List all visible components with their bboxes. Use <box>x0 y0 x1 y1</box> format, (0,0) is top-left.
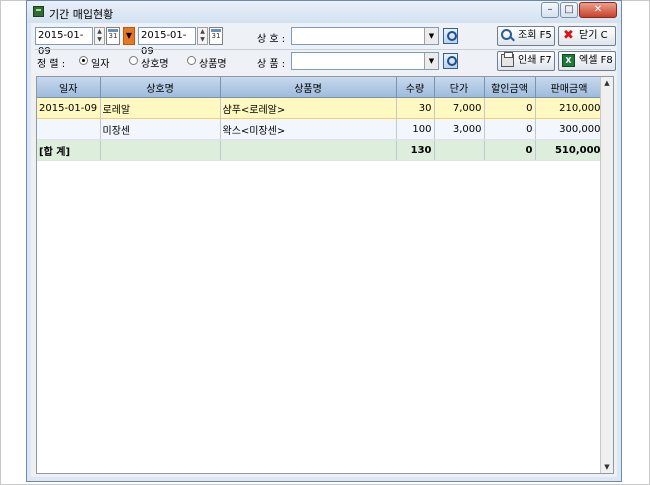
title-bar[interactable]: 기간 매입현황 – □ ✕ <box>27 1 621 23</box>
sort-radio-date[interactable] <box>79 56 88 65</box>
cell-store: 로레알 <box>100 97 221 119</box>
column-header-price[interactable]: 단가 <box>434 77 485 98</box>
client-area: 2015-01-09 ▲ ▼ 31 ▼ 2015-01-09 ▲ ▼ 31 상 호 … <box>31 23 617 477</box>
cell-product: 왁스<미장센> <box>220 118 397 140</box>
end-date-field[interactable]: 2015-01-09 <box>138 27 196 57</box>
cell-qty: 30 <box>396 97 435 119</box>
cell-store: 미장센 <box>100 118 221 140</box>
sort-radio-product[interactable] <box>187 56 196 65</box>
cell-product: 샴푸<로레알> <box>220 97 397 119</box>
end-date-spinner[interactable]: ▲ ▼ <box>197 27 208 45</box>
total-row: [합 계] 130 0 510,000 <box>37 139 604 161</box>
column-header-qty[interactable]: 수량 <box>396 77 435 98</box>
cell-amount: 210,000 <box>535 97 604 119</box>
scroll-down-icon[interactable]: ▼ <box>601 461 613 473</box>
store-dropdown-icon[interactable]: ▼ <box>424 28 438 44</box>
toolbar-divider <box>35 49 611 50</box>
end-calendar-icon[interactable]: 31 <box>209 27 223 45</box>
purchase-table: 일자 상호명 상품명 수량 단가 할인금액 판매금액 2015-01-09 로레… <box>37 77 604 161</box>
cell-price: 7,000 <box>434 97 485 119</box>
total-empty-cell <box>434 139 485 161</box>
cell-discount: 0 <box>484 97 536 119</box>
total-empty-cell <box>220 139 397 161</box>
store-search-icon[interactable] <box>443 28 458 44</box>
excel-icon: X <box>562 54 575 67</box>
filter-toolbar: 2015-01-09 ▲ ▼ 31 ▼ 2015-01-09 ▲ ▼ 31 상 호 … <box>31 23 617 73</box>
data-grid[interactable]: 일자 상호명 상품명 수량 단가 할인금액 판매금액 2015-01-09 로레… <box>36 76 614 474</box>
total-discount: 0 <box>484 139 536 161</box>
start-date-field[interactable]: 2015-01-09 <box>35 27 93 57</box>
app-icon <box>33 6 44 17</box>
total-label: [합 계] <box>37 139 101 161</box>
column-header-discount[interactable]: 할인금액 <box>484 77 536 98</box>
excel-button[interactable]: X 엑셀 F8 <box>558 51 616 71</box>
table-row[interactable]: 미장센 왁스<미장센> 100 3,000 0 300,000 <box>37 118 604 140</box>
total-empty-cell <box>100 139 221 161</box>
start-calendar-icon[interactable]: 31 <box>106 27 120 45</box>
product-combo[interactable]: ▼ <box>291 52 439 70</box>
sort-option-product-label: 상품명 <box>199 59 227 70</box>
minimize-icon[interactable]: – <box>541 2 559 18</box>
store-combo[interactable]: ▼ <box>291 27 439 45</box>
vertical-scrollbar[interactable]: ▲ ▼ <box>600 77 613 473</box>
print-button-label: 인쇄 F7 <box>518 55 552 66</box>
cell-discount: 0 <box>484 118 536 140</box>
product-search-icon[interactable] <box>443 53 458 69</box>
column-header-date[interactable]: 일자 <box>37 77 101 98</box>
column-header-store[interactable]: 상호명 <box>100 77 221 98</box>
table-header-row: 일자 상호명 상품명 수량 단가 할인금액 판매금액 <box>37 77 604 98</box>
total-qty: 130 <box>396 139 435 161</box>
app-window: 기간 매입현황 – □ ✕ 2015-01-09 ▲ ▼ 31 ▼ 2015-01… <box>26 0 622 482</box>
total-amount: 510,000 <box>535 139 604 161</box>
sort-option-store-label: 상호명 <box>141 59 169 70</box>
search-button[interactable]: 조회 F5 <box>497 26 555 46</box>
excel-button-label: 엑셀 F8 <box>579 55 613 66</box>
start-date-spinner[interactable]: ▲ ▼ <box>94 27 105 45</box>
sort-radio-store[interactable] <box>129 56 138 65</box>
scroll-up-icon[interactable]: ▲ <box>601 77 613 89</box>
sort-option-date-label: 일자 <box>91 59 110 70</box>
close-button-label: 닫기 C <box>579 30 608 41</box>
maximize-icon[interactable]: □ <box>560 2 578 18</box>
product-dropdown-icon[interactable]: ▼ <box>424 53 438 69</box>
window-title: 기간 매입현황 <box>49 8 114 21</box>
column-header-amount[interactable]: 판매금액 <box>535 77 604 98</box>
close-button[interactable]: ✖ 닫기 C <box>558 26 616 46</box>
cell-price: 3,000 <box>434 118 485 140</box>
print-button[interactable]: 인쇄 F7 <box>497 51 555 71</box>
product-label: 상 품 : <box>257 59 286 70</box>
printer-icon <box>501 52 514 67</box>
x-icon: ✖ <box>563 28 574 43</box>
column-header-product[interactable]: 상품명 <box>220 77 397 98</box>
date-range-arrow-icon[interactable]: ▼ <box>123 27 135 45</box>
close-icon[interactable]: ✕ <box>579 2 617 18</box>
cell-qty: 100 <box>396 118 435 140</box>
cell-date: 2015-01-09 <box>37 97 101 119</box>
cell-date <box>37 118 101 140</box>
sort-label: 정 렬 : <box>37 59 66 70</box>
table-row[interactable]: 2015-01-09 로레알 샴푸<로레알> 30 7,000 0 210,00… <box>37 97 604 119</box>
search-button-label: 조회 F5 <box>518 30 552 41</box>
cell-amount: 300,000 <box>535 118 604 140</box>
store-label: 상 호 : <box>257 34 286 45</box>
magnifier-icon <box>501 29 512 40</box>
